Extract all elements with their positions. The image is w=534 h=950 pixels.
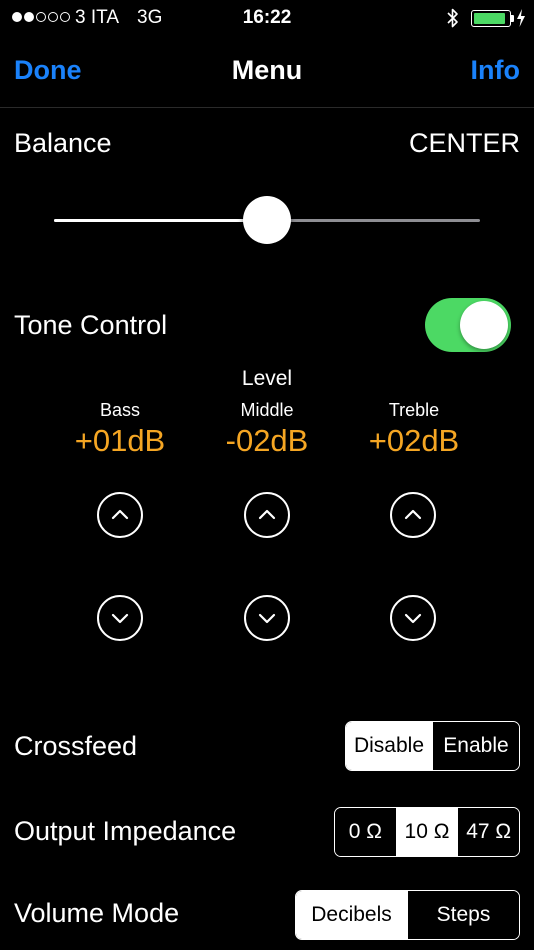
band-name-middle: Middle xyxy=(240,400,294,420)
volume-mode-label: Volume Mode xyxy=(14,898,180,928)
bass-up-button[interactable] xyxy=(97,492,143,538)
crossfeed-label: Crossfeed xyxy=(14,731,138,761)
tone-control-label: Tone Control xyxy=(14,310,168,340)
charging-bolt-icon xyxy=(517,9,525,27)
band-value-middle: -02dB xyxy=(225,423,309,458)
volume-option-decibels[interactable]: Decibels xyxy=(296,891,408,939)
chevron-down-icon xyxy=(111,613,129,624)
chevron-up-icon xyxy=(404,509,422,520)
chevron-down-icon xyxy=(404,613,422,624)
middle-down-button[interactable] xyxy=(244,595,290,641)
balance-value: CENTER xyxy=(408,128,520,158)
band-value-treble: +02dB xyxy=(368,423,460,458)
balance-label: Balance xyxy=(14,128,112,158)
info-button[interactable]: Info xyxy=(471,55,520,86)
chevron-up-icon xyxy=(258,509,276,520)
balance-slider-fill xyxy=(54,219,267,222)
treble-down-button[interactable] xyxy=(390,595,436,641)
page-title: Menu xyxy=(231,55,303,85)
band-value-bass: +01dB xyxy=(74,423,166,458)
bluetooth-icon xyxy=(447,8,458,28)
bass-down-button[interactable] xyxy=(97,595,143,641)
output-impedance-label: Output Impedance xyxy=(14,816,237,846)
level-title: Level xyxy=(241,367,293,390)
status-bar: 3 ITA 3G 16:22 xyxy=(0,0,534,36)
battery-nub xyxy=(511,15,514,22)
tone-control-toggle[interactable] xyxy=(425,298,511,352)
treble-up-button[interactable] xyxy=(390,492,436,538)
middle-up-button[interactable] xyxy=(244,492,290,538)
output-impedance-segmented-control: 0 Ω 10 Ω 47 Ω xyxy=(334,807,520,857)
battery-icon xyxy=(471,10,511,27)
battery-level xyxy=(474,13,505,24)
chevron-up-icon xyxy=(111,509,129,520)
crossfeed-segmented-control: Disable Enable xyxy=(345,721,520,771)
crossfeed-option-enable[interactable]: Enable xyxy=(433,722,519,770)
impedance-option-10[interactable]: 10 Ω xyxy=(396,808,459,856)
impedance-option-47[interactable]: 47 Ω xyxy=(458,808,519,856)
volume-option-steps[interactable]: Steps xyxy=(408,891,519,939)
chevron-down-icon xyxy=(258,613,276,624)
crossfeed-option-disable[interactable]: Disable xyxy=(346,722,433,770)
navigation-bar: Done Menu Info xyxy=(0,36,534,108)
band-name-bass: Bass xyxy=(99,400,141,420)
toggle-knob xyxy=(460,301,508,349)
volume-mode-segmented-control: Decibels Steps xyxy=(295,890,520,940)
band-name-treble: Treble xyxy=(388,400,440,420)
balance-slider-thumb[interactable] xyxy=(243,196,291,244)
impedance-option-0[interactable]: 0 Ω xyxy=(335,808,397,856)
